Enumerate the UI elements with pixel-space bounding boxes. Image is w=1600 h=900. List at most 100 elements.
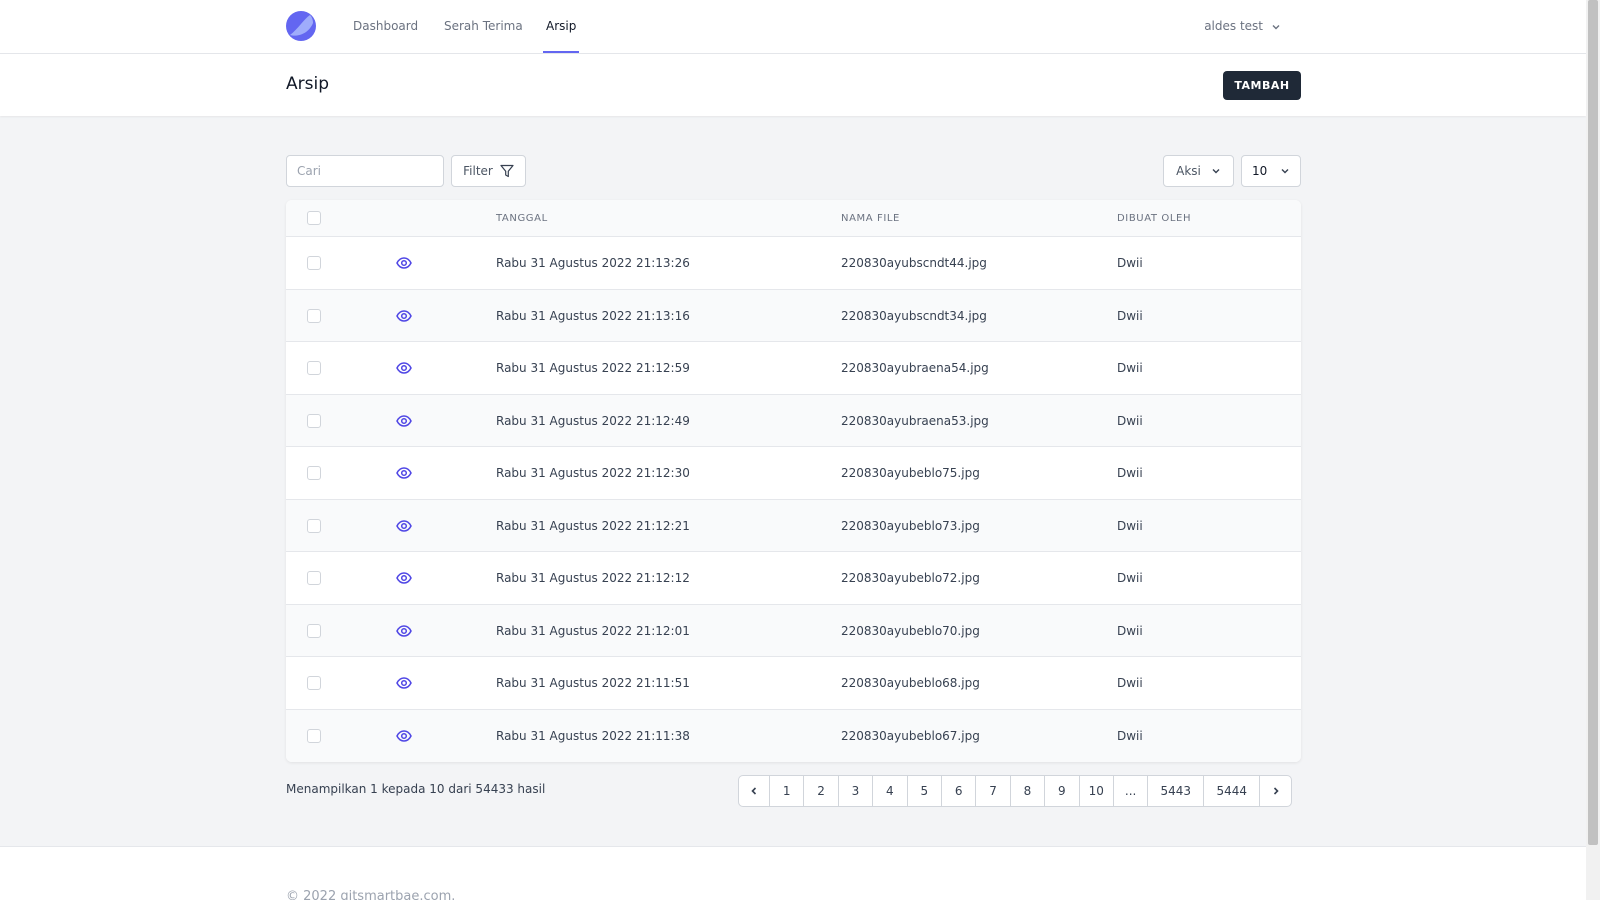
row-checkbox[interactable]: [307, 676, 321, 690]
cell-nama-file: 220830ayubraena54.jpg: [841, 361, 989, 375]
cell-nama-file: 220830ayubeblo68.jpg: [841, 676, 980, 690]
row-checkbox[interactable]: [307, 571, 321, 585]
page-button[interactable]: 9: [1045, 776, 1080, 806]
top-navigation: Dashboard Serah Terima Arsip aldes test: [0, 0, 1586, 54]
page-button[interactable]: 5443: [1148, 776, 1205, 806]
nav-arsip[interactable]: Arsip: [543, 0, 580, 53]
scrollbar-thumb[interactable]: [1588, 0, 1598, 845]
select-all-checkbox[interactable]: [307, 211, 321, 225]
page-button[interactable]: 5: [908, 776, 942, 806]
cell-nama-file: 220830ayubeblo73.jpg: [841, 518, 980, 533]
header-tanggal[interactable]: TANGGAL: [496, 200, 548, 237]
eye-icon[interactable]: [396, 308, 412, 324]
eye-icon[interactable]: [396, 360, 412, 376]
table-body: Rabu 31 Agustus 2022 21:13:26 220830ayub…: [286, 237, 1301, 762]
page-button[interactable]: 3: [839, 776, 874, 806]
filter-button[interactable]: Filter: [451, 155, 526, 187]
row-checkbox[interactable]: [307, 466, 321, 480]
eye-icon[interactable]: [396, 728, 412, 744]
table-row: Rabu 31 Agustus 2022 21:13:26 220830ayub…: [286, 237, 1301, 290]
table-row: Rabu 31 Agustus 2022 21:12:21 220830ayub…: [286, 499, 1301, 552]
chevron-down-icon: [1272, 24, 1280, 29]
cell-dibuat-oleh: Dwii: [1117, 571, 1143, 585]
cell-dibuat-oleh: Dwii: [1117, 518, 1143, 533]
header-dibuat-oleh[interactable]: DIBUAT OLEH: [1117, 200, 1191, 237]
page-footer: © 2022 gitsmartbae.com.: [0, 846, 1586, 900]
next-page-button[interactable]: [1260, 776, 1291, 806]
row-checkbox[interactable]: [307, 308, 321, 323]
header-nama-file[interactable]: NAMA FILE: [841, 200, 900, 237]
table-row: Rabu 31 Agustus 2022 21:13:16 220830ayub…: [286, 289, 1301, 342]
table-row: Rabu 31 Agustus 2022 21:12:01 220830ayub…: [286, 604, 1301, 657]
search-input[interactable]: [286, 155, 444, 187]
row-checkbox[interactable]: [307, 728, 321, 743]
eye-icon[interactable]: [396, 518, 412, 534]
row-checkbox[interactable]: [307, 413, 321, 428]
app-logo-icon[interactable]: [286, 11, 316, 41]
cell-tanggal: Rabu 31 Agustus 2022 21:11:38: [496, 728, 690, 743]
table-row: Rabu 31 Agustus 2022 21:12:30 220830ayub…: [286, 447, 1301, 500]
cell-tanggal: Rabu 31 Agustus 2022 21:12:30: [496, 466, 690, 480]
page-title: Arsip: [286, 74, 329, 94]
eye-icon[interactable]: [396, 623, 412, 639]
nav-dashboard[interactable]: Dashboard: [353, 0, 418, 53]
page-button[interactable]: 6: [942, 776, 977, 806]
page-button[interactable]: 5444: [1204, 776, 1261, 806]
per-page-value: 10: [1252, 164, 1268, 178]
cell-nama-file: 220830ayubeblo67.jpg: [841, 728, 980, 743]
cell-dibuat-oleh: Dwii: [1117, 413, 1143, 428]
cell-tanggal: Rabu 31 Agustus 2022 21:12:21: [496, 518, 690, 533]
archive-table: TANGGAL NAMA FILE DIBUAT OLEH Rabu 31 Ag…: [286, 200, 1301, 762]
cell-tanggal: Rabu 31 Agustus 2022 21:12:59: [496, 361, 690, 375]
filter-label: Filter: [463, 164, 493, 178]
eye-icon[interactable]: [396, 570, 412, 586]
per-page-select[interactable]: 10: [1241, 155, 1301, 187]
cell-nama-file: 220830ayubeblo72.jpg: [841, 571, 980, 585]
chevron-left-icon: [751, 787, 757, 795]
cell-tanggal: Rabu 31 Agustus 2022 21:12:01: [496, 623, 690, 638]
nav-serah-terima[interactable]: Serah Terima: [444, 0, 523, 53]
actions-label: Aksi: [1176, 164, 1201, 178]
page-button[interactable]: 2: [804, 776, 839, 806]
add-button[interactable]: TAMBAH: [1223, 71, 1301, 100]
cell-nama-file: 220830ayubeblo70.jpg: [841, 623, 980, 638]
cell-nama-file: 220830ayubraena53.jpg: [841, 413, 989, 428]
page-button[interactable]: 8: [1011, 776, 1046, 806]
page-header: Arsip TAMBAH: [0, 54, 1586, 116]
page-ellipsis[interactable]: ...: [1114, 776, 1149, 806]
cell-dibuat-oleh: Dwii: [1117, 308, 1143, 323]
row-checkbox[interactable]: [307, 256, 321, 270]
cell-dibuat-oleh: Dwii: [1117, 466, 1143, 480]
cell-tanggal: Rabu 31 Agustus 2022 21:13:26: [496, 256, 690, 270]
page-button[interactable]: 7: [976, 776, 1011, 806]
cell-tanggal: Rabu 31 Agustus 2022 21:12:12: [496, 571, 690, 585]
previous-page-button[interactable]: [739, 776, 770, 806]
funnel-icon: [500, 164, 514, 178]
actions-dropdown[interactable]: Aksi: [1163, 155, 1234, 187]
chevron-down-icon: [1281, 169, 1289, 174]
page-button[interactable]: 4: [873, 776, 908, 806]
table-row: Rabu 31 Agustus 2022 21:12:49 220830ayub…: [286, 394, 1301, 447]
cell-tanggal: Rabu 31 Agustus 2022 21:11:51: [496, 676, 690, 690]
page-button[interactable]: 1: [770, 776, 805, 806]
cell-dibuat-oleh: Dwii: [1117, 256, 1143, 270]
table-row: Rabu 31 Agustus 2022 21:12:12 220830ayub…: [286, 552, 1301, 605]
eye-icon[interactable]: [396, 465, 412, 481]
page-button[interactable]: 10: [1080, 776, 1114, 806]
results-summary: Menampilkan 1 kepada 10 dari 54433 hasil: [286, 782, 546, 796]
vertical-scrollbar[interactable]: [1586, 0, 1600, 900]
eye-icon[interactable]: [396, 413, 412, 429]
table-row: Rabu 31 Agustus 2022 21:12:59 220830ayub…: [286, 342, 1301, 395]
user-menu[interactable]: aldes test: [1204, 0, 1281, 53]
eye-icon[interactable]: [396, 675, 412, 691]
row-checkbox[interactable]: [307, 623, 321, 638]
eye-icon[interactable]: [396, 255, 412, 271]
row-checkbox[interactable]: [307, 361, 321, 375]
chevron-down-icon: [1212, 169, 1220, 174]
cell-tanggal: Rabu 31 Agustus 2022 21:12:49: [496, 413, 690, 428]
chevron-right-icon: [1273, 787, 1279, 795]
cell-dibuat-oleh: Dwii: [1117, 623, 1143, 638]
cell-nama-file: 220830ayubscndt34.jpg: [841, 308, 987, 323]
user-name: aldes test: [1204, 19, 1263, 33]
row-checkbox[interactable]: [307, 518, 321, 533]
